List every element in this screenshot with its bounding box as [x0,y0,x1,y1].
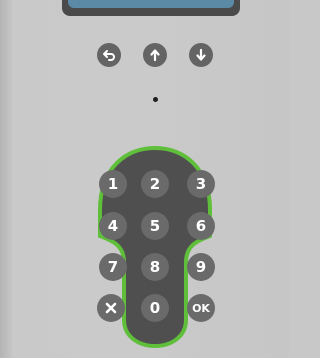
key-1[interactable]: 1 [99,170,127,198]
key-9[interactable]: 9 [187,253,215,281]
key-3-label: 3 [195,175,207,193]
key-0[interactable]: 0 [141,294,169,322]
keypad-device: 1 2 3 4 5 6 7 8 9 0 OK [0,0,289,358]
close-icon [105,302,117,314]
key-7-label: 7 [107,258,119,276]
key-8[interactable]: 8 [141,253,169,281]
key-4-label: 4 [107,217,119,235]
key-6-label: 6 [195,217,207,235]
key-5-label: 5 [149,217,161,235]
cancel-key[interactable] [97,294,125,322]
key-2[interactable]: 2 [141,170,169,198]
key-7[interactable]: 7 [99,253,127,281]
ok-key-label: OK [192,301,210,315]
key-0-label: 0 [149,299,161,317]
key-1-label: 1 [107,175,119,193]
key-3[interactable]: 3 [187,170,215,198]
key-4[interactable]: 4 [99,212,127,240]
key-6[interactable]: 6 [187,212,215,240]
key-9-label: 9 [195,258,207,276]
key-5[interactable]: 5 [141,212,169,240]
ok-key[interactable]: OK [187,294,215,322]
key-8-label: 8 [149,258,161,276]
key-2-label: 2 [149,175,161,193]
